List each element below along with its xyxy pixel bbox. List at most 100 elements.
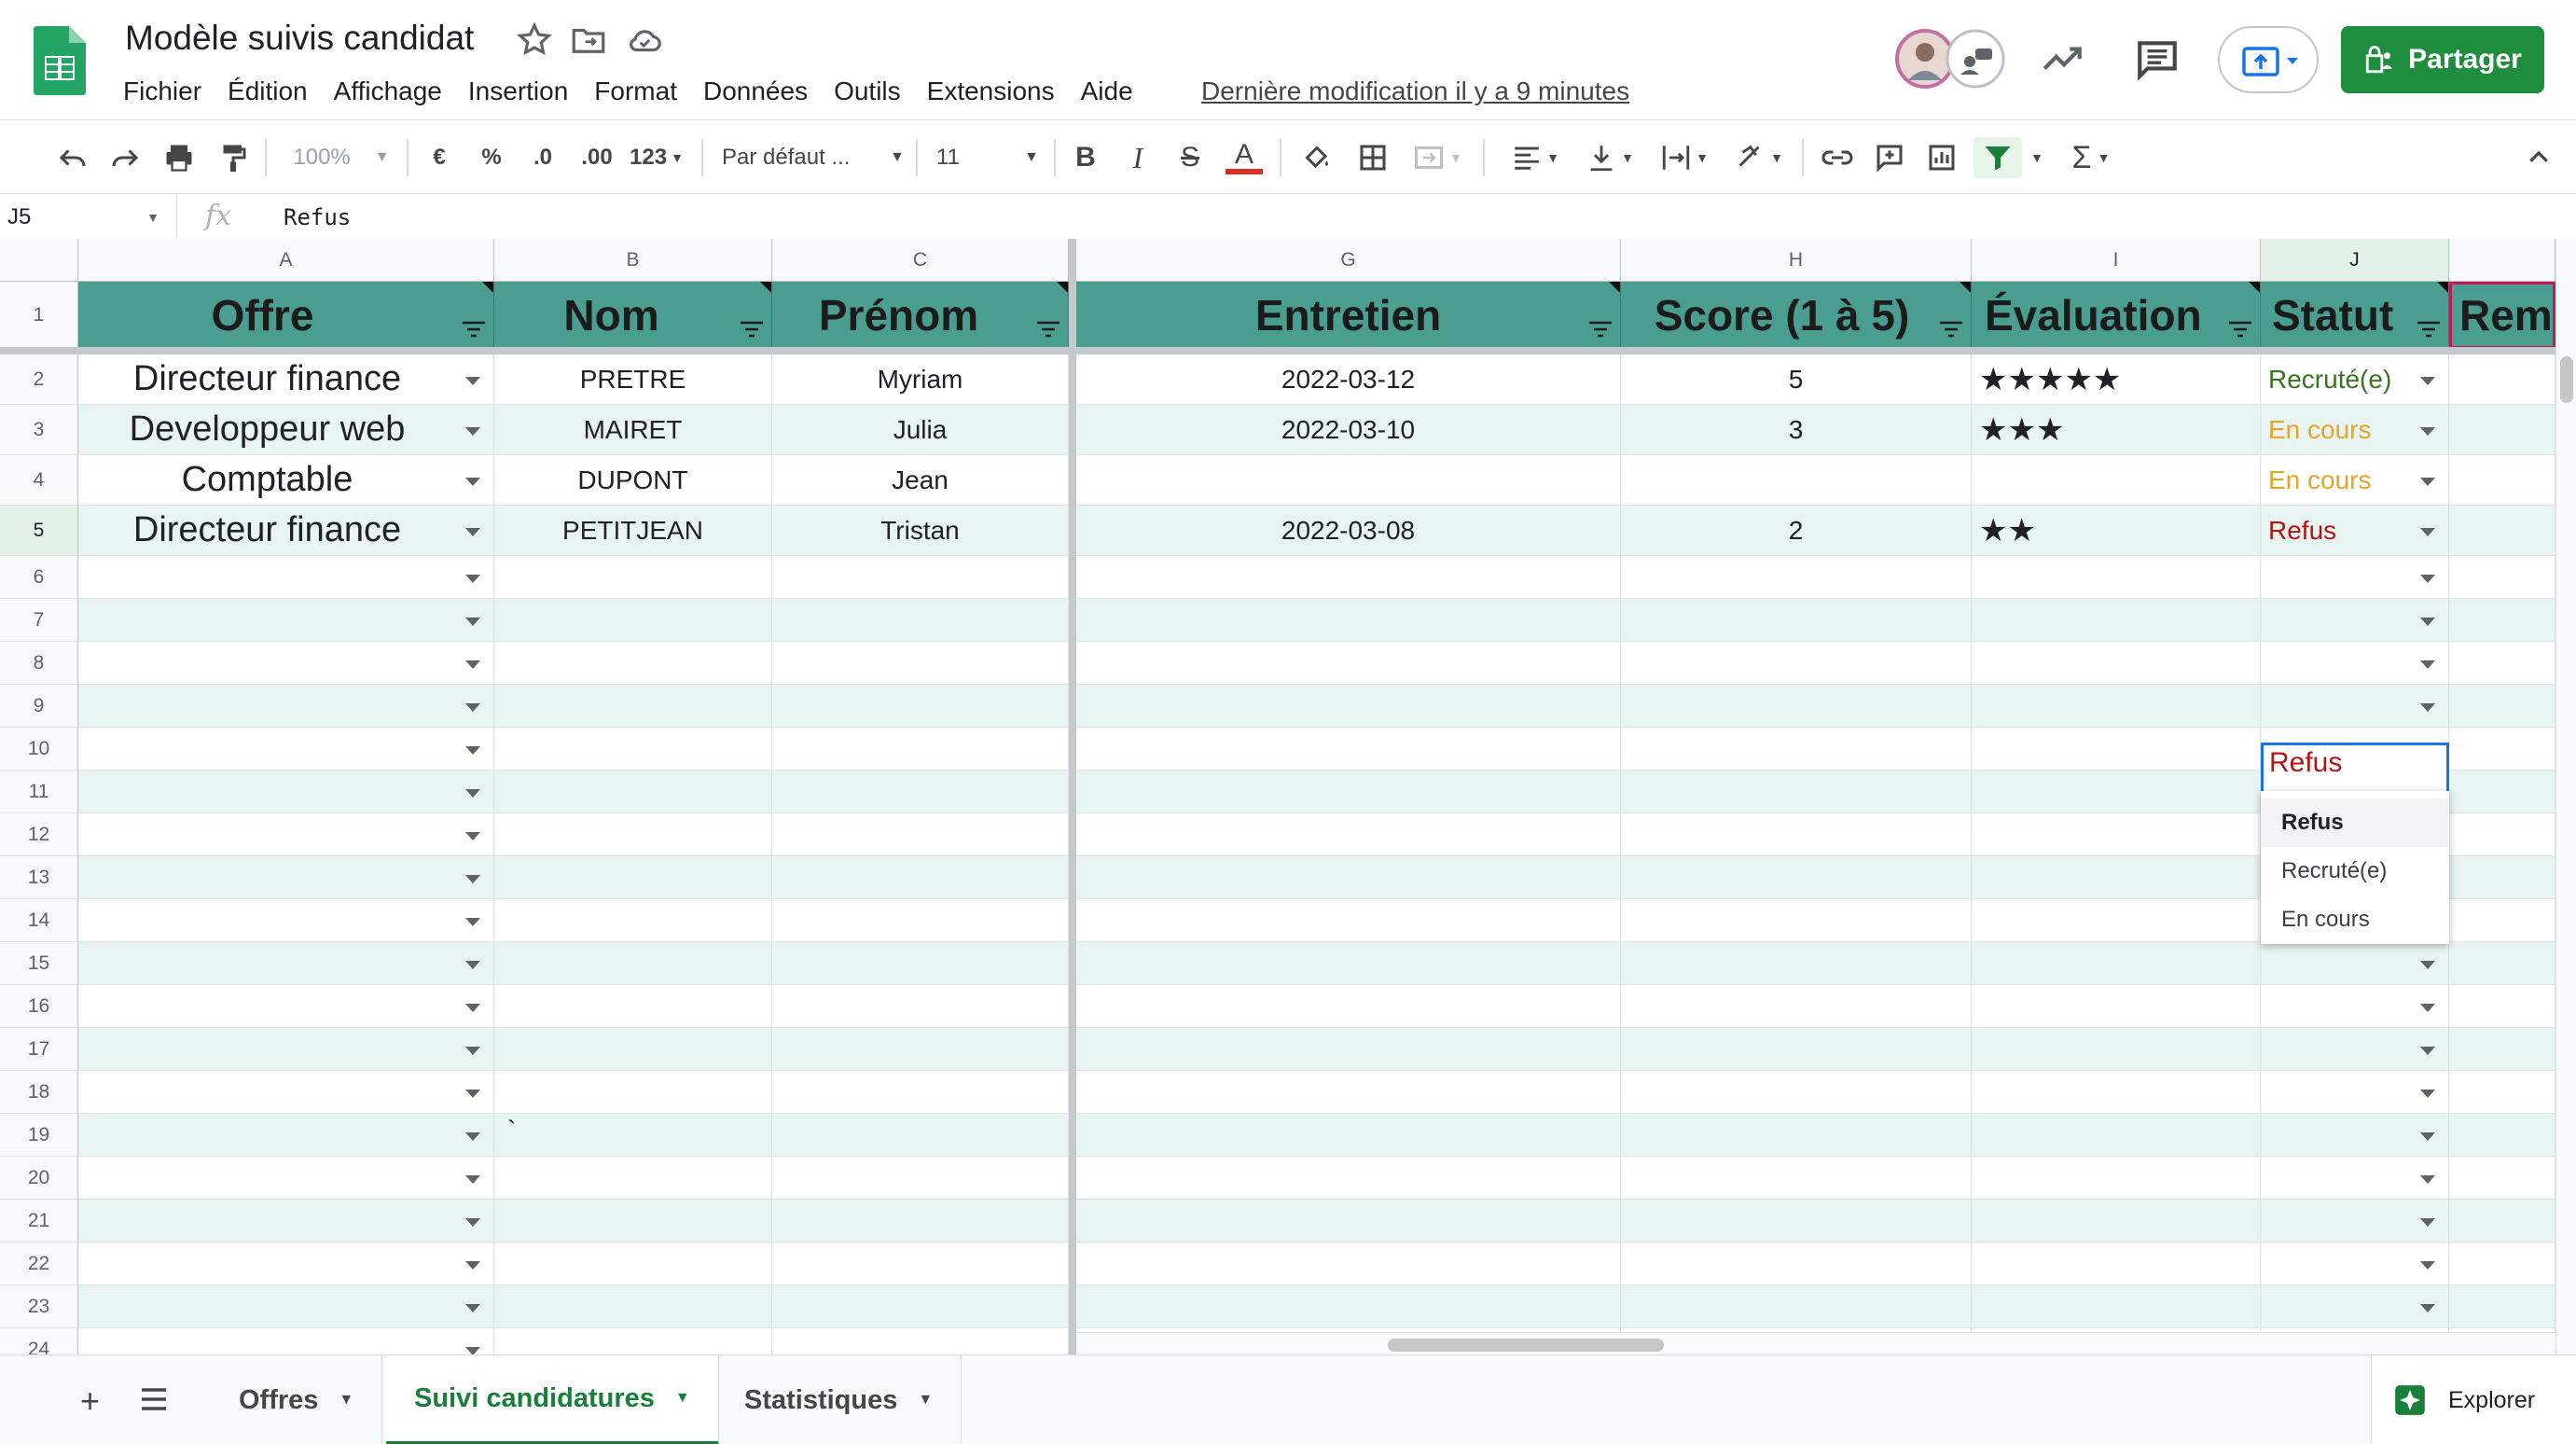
row-header[interactable]: 5 bbox=[0, 506, 78, 556]
cell-rem[interactable] bbox=[2449, 771, 2555, 813]
collapse-toolbar-icon[interactable] bbox=[2522, 137, 2555, 178]
cell-offre[interactable] bbox=[78, 1285, 494, 1328]
cell-rem[interactable] bbox=[2449, 1028, 2555, 1071]
cell-prenom[interactable] bbox=[772, 813, 1069, 856]
cell-rem[interactable] bbox=[2449, 1114, 2555, 1157]
last-edit-link[interactable]: Dernière modification il y a 9 minutes bbox=[1201, 71, 1629, 112]
cell-entretien[interactable] bbox=[1076, 1157, 1621, 1200]
cell-evaluation[interactable] bbox=[1972, 856, 2261, 899]
chevron-down-icon[interactable] bbox=[465, 746, 480, 755]
cell-rem[interactable] bbox=[2449, 506, 2555, 556]
column-header-c[interactable]: C bbox=[772, 239, 1069, 282]
redo-icon[interactable] bbox=[104, 137, 145, 178]
filter-icon[interactable] bbox=[1036, 321, 1060, 338]
cell-evaluation[interactable]: ★★ bbox=[1972, 506, 2261, 556]
cell-rem[interactable] bbox=[2449, 599, 2555, 642]
cell-entretien[interactable] bbox=[1076, 942, 1621, 985]
cell-entretien[interactable] bbox=[1076, 1071, 1621, 1114]
cell-rem[interactable] bbox=[2449, 1200, 2555, 1243]
menu-format[interactable]: Format bbox=[581, 71, 690, 112]
row-header[interactable]: 19 bbox=[0, 1114, 78, 1157]
undo-icon[interactable] bbox=[52, 137, 93, 178]
chevron-down-icon[interactable] bbox=[2420, 478, 2435, 486]
cell-rem[interactable] bbox=[2449, 942, 2555, 985]
menu-edition[interactable]: Édition bbox=[215, 71, 321, 112]
comments-icon[interactable] bbox=[2134, 35, 2181, 82]
chevron-down-icon[interactable] bbox=[465, 1304, 480, 1312]
filter-icon[interactable] bbox=[1974, 137, 2022, 178]
chevron-down-icon[interactable] bbox=[465, 1261, 480, 1270]
chevron-down-icon[interactable] bbox=[2420, 660, 2435, 669]
filter-views-dropdown[interactable]: ▼ bbox=[2026, 137, 2048, 178]
chevron-down-icon[interactable] bbox=[465, 618, 480, 626]
cell-score[interactable] bbox=[1621, 1071, 1972, 1114]
cell-statut[interactable]: Refus bbox=[2261, 506, 2449, 556]
dropdown-option-en-cours[interactable]: En cours bbox=[2261, 896, 2449, 944]
menu-fichier[interactable]: Fichier bbox=[110, 71, 215, 112]
horizontal-scrollbar[interactable] bbox=[1076, 1332, 2555, 1354]
cell-statut[interactable] bbox=[2261, 1071, 2449, 1114]
cell-offre[interactable] bbox=[78, 1114, 494, 1157]
cell-score[interactable] bbox=[1621, 942, 1972, 985]
cell-prenom[interactable] bbox=[772, 1071, 1069, 1114]
row-header[interactable]: 10 bbox=[0, 728, 78, 771]
chevron-down-icon[interactable] bbox=[465, 478, 480, 486]
cell-entretien[interactable] bbox=[1076, 642, 1621, 685]
activity-trend-icon[interactable] bbox=[2039, 35, 2085, 82]
cell-score[interactable] bbox=[1621, 599, 1972, 642]
row-header[interactable]: 8 bbox=[0, 642, 78, 685]
cell-entretien[interactable] bbox=[1076, 685, 1621, 728]
cell-entretien[interactable]: 2022-03-10 bbox=[1076, 405, 1621, 455]
cell-rem[interactable] bbox=[2449, 728, 2555, 771]
cell-offre[interactable]: Directeur finance bbox=[78, 506, 494, 556]
print-icon[interactable] bbox=[159, 137, 200, 178]
cell-prenom[interactable]: Jean bbox=[772, 455, 1069, 506]
cell-evaluation[interactable] bbox=[1972, 599, 2261, 642]
cell-editor-j5[interactable]: Refus bbox=[2261, 743, 2449, 795]
row-header[interactable]: 4 bbox=[0, 455, 78, 506]
cell-evaluation[interactable] bbox=[1972, 942, 2261, 985]
cell-rem[interactable] bbox=[2449, 1157, 2555, 1200]
cell-evaluation[interactable] bbox=[1972, 985, 2261, 1028]
cell-offre[interactable] bbox=[78, 685, 494, 728]
cell-offre[interactable] bbox=[78, 856, 494, 899]
sheet-tab-statistiques[interactable]: Statistiques ▼ bbox=[716, 1355, 963, 1444]
chevron-down-icon[interactable] bbox=[465, 1004, 480, 1012]
filter-icon[interactable] bbox=[2228, 321, 2252, 338]
horizontal-align-icon[interactable]: ▼ bbox=[1503, 137, 1567, 178]
cell-evaluation[interactable] bbox=[1972, 1243, 2261, 1285]
chevron-down-icon[interactable] bbox=[465, 789, 480, 798]
filter-icon[interactable] bbox=[462, 321, 486, 338]
cell-score[interactable] bbox=[1621, 1028, 1972, 1071]
cell-prenom[interactable] bbox=[772, 1243, 1069, 1285]
cell-evaluation[interactable] bbox=[1972, 1114, 2261, 1157]
cell-prenom[interactable] bbox=[772, 1157, 1069, 1200]
cell-rem[interactable] bbox=[2449, 856, 2555, 899]
cell-statut[interactable] bbox=[2261, 985, 2449, 1028]
row-header[interactable]: 18 bbox=[0, 1071, 78, 1114]
cell-offre[interactable] bbox=[78, 642, 494, 685]
paint-format-icon[interactable] bbox=[213, 137, 254, 178]
chevron-down-icon[interactable] bbox=[465, 575, 480, 583]
column-header-k[interactable] bbox=[2449, 239, 2555, 282]
header-rem[interactable]: Rem bbox=[2449, 282, 2555, 349]
cell-evaluation[interactable] bbox=[1972, 1028, 2261, 1071]
cell-rem[interactable] bbox=[2449, 405, 2555, 455]
cell-rem[interactable] bbox=[2449, 354, 2555, 405]
row-header[interactable]: 23 bbox=[0, 1285, 78, 1328]
column-header-b[interactable]: B bbox=[494, 239, 772, 282]
cell-score[interactable] bbox=[1621, 556, 1972, 599]
cell-rem[interactable] bbox=[2449, 642, 2555, 685]
cell-rem[interactable] bbox=[2449, 1243, 2555, 1285]
cell-statut[interactable] bbox=[2261, 685, 2449, 728]
cell-rem[interactable] bbox=[2449, 556, 2555, 599]
more-formats-button[interactable]: 123 ▼ bbox=[627, 137, 686, 178]
cell-prenom[interactable] bbox=[772, 1114, 1069, 1157]
column-header-a[interactable]: A bbox=[78, 239, 494, 282]
row-header[interactable]: 24 bbox=[0, 1328, 78, 1354]
cell-entretien[interactable] bbox=[1076, 728, 1621, 771]
cell-offre[interactable] bbox=[78, 1328, 494, 1354]
chevron-down-icon[interactable] bbox=[2420, 1047, 2435, 1055]
percent-format-button[interactable]: % bbox=[476, 137, 507, 178]
chevron-down-icon[interactable] bbox=[2420, 1261, 2435, 1270]
